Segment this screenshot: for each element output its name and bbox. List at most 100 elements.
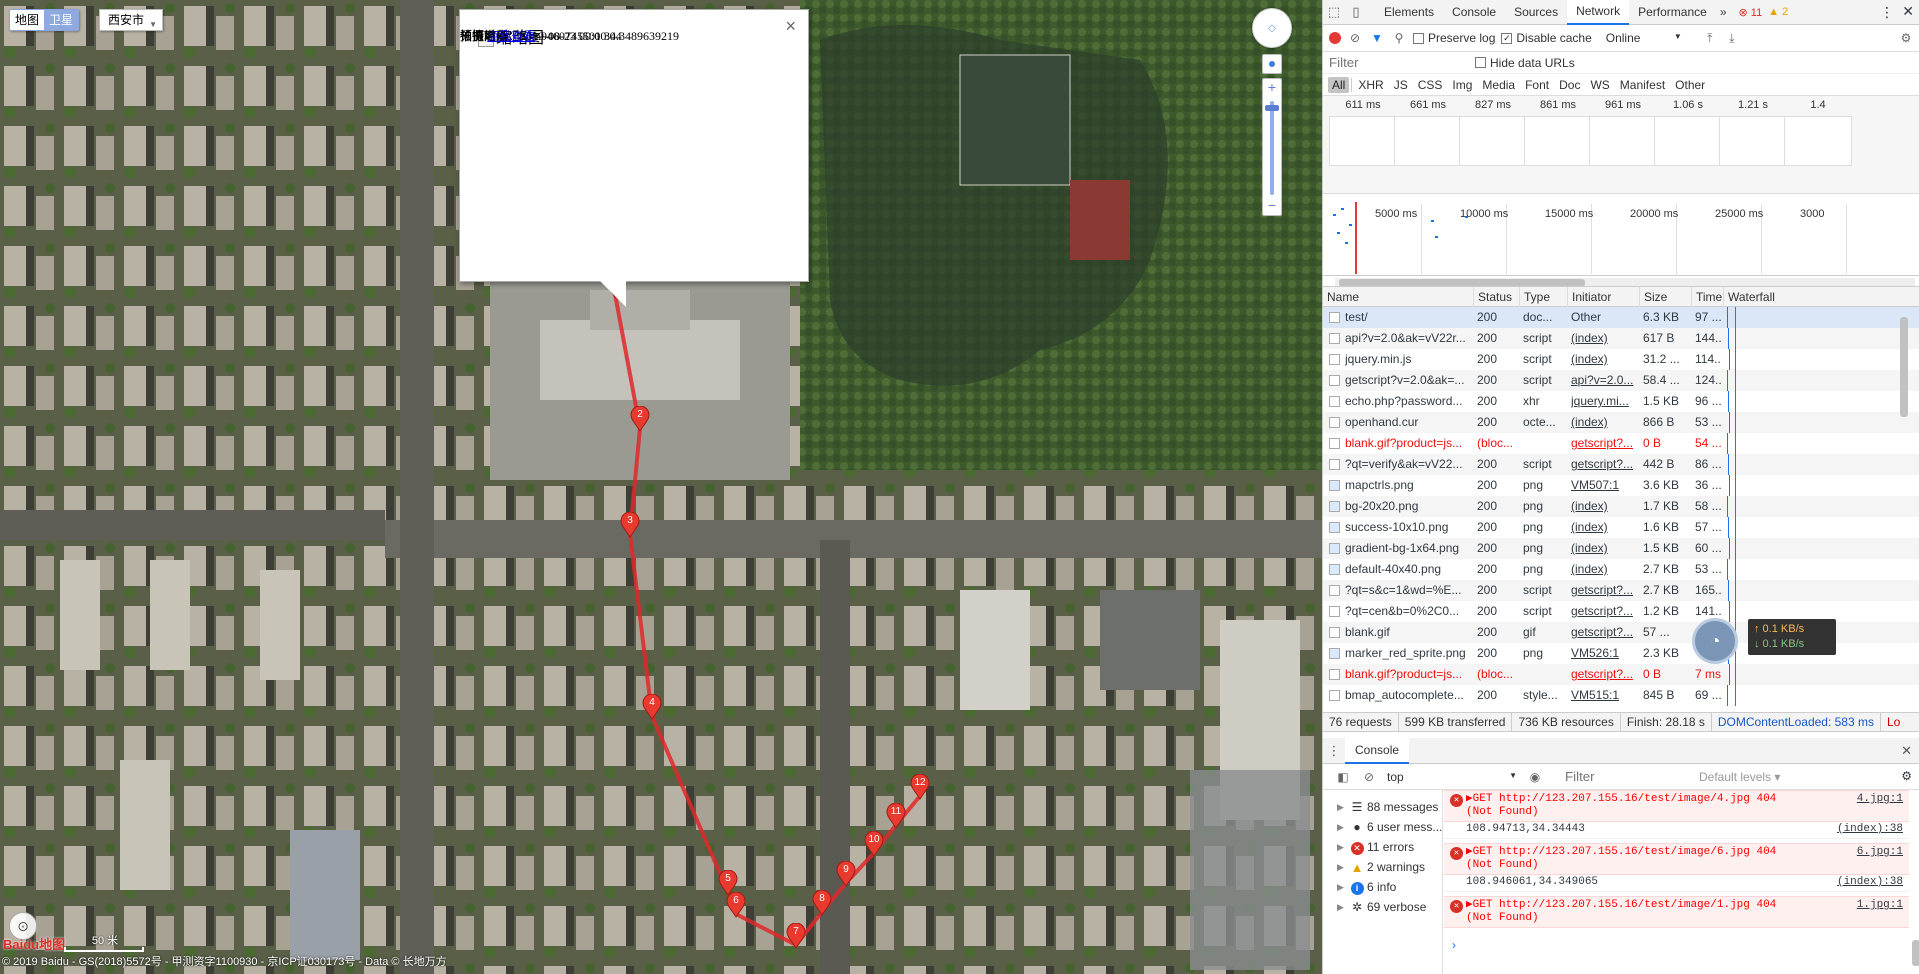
cell-initiator[interactable]: VM507:1: [1571, 475, 1637, 496]
cell-initiator[interactable]: Other: [1571, 307, 1637, 328]
cell-initiator[interactable]: getscript?...: [1571, 664, 1637, 685]
filter-type-js[interactable]: JS: [1390, 77, 1412, 93]
console-scrollbar[interactable]: [1910, 790, 1919, 974]
scrollbar-thumb[interactable]: [1900, 317, 1908, 417]
cell-initiator[interactable]: getscript?...: [1571, 433, 1637, 454]
cell-initiator[interactable]: getscript?...: [1571, 622, 1637, 643]
route-marker[interactable]: 3: [620, 511, 640, 538]
tab-network[interactable]: Network: [1567, 0, 1630, 25]
clear-icon[interactable]: ⊘: [1347, 31, 1363, 45]
device-toolbar-icon[interactable]: ▯: [1345, 4, 1367, 20]
table-row[interactable]: bmap_autocomplete... 200 style... VM515:1 84…: [1323, 685, 1919, 706]
filmstrip-frame[interactable]: 1.4: [1782, 96, 1854, 166]
route-marker[interactable]: 9: [836, 860, 856, 887]
export-har-icon[interactable]: ⤓: [1724, 31, 1740, 46]
route-marker[interactable]: 6: [726, 891, 746, 918]
drawer-menu-icon[interactable]: ⋮: [1323, 743, 1345, 759]
cell-initiator[interactable]: getscript?...: [1571, 580, 1637, 601]
filmstrip-frame[interactable]: 611 ms: [1327, 96, 1399, 166]
tab-performance[interactable]: Performance: [1629, 0, 1716, 24]
route-marker[interactable]: 12: [910, 773, 930, 800]
filmstrip-frame[interactable]: 861 ms: [1522, 96, 1594, 166]
more-tabs-icon[interactable]: »: [1720, 5, 1727, 19]
cell-initiator[interactable]: (index): [1571, 328, 1637, 349]
close-drawer-icon[interactable]: ✕: [1901, 743, 1912, 759]
map-canvas[interactable]: 123456789101112 地图 卫星 西安市 ▼ ◇ + − × 拍摄点i…: [0, 0, 1322, 974]
network-filter-input[interactable]: [1329, 53, 1465, 72]
column-header-type[interactable]: Type: [1519, 287, 1567, 307]
message-source-link[interactable]: 1.jpg:1: [1857, 899, 1903, 912]
pan-control[interactable]: ◇: [1252, 8, 1292, 48]
hide-data-urls-checkbox[interactable]: Hide data URLs: [1475, 56, 1575, 70]
map-type-satellite[interactable]: 卫星: [44, 10, 79, 30]
warning-count-badge[interactable]: ▲ 2: [1768, 6, 1788, 18]
route-marker[interactable]: 11: [886, 802, 906, 829]
message-source-link[interactable]: 4.jpg:1: [1857, 793, 1903, 806]
close-devtools-icon[interactable]: ✕: [1902, 3, 1914, 20]
route-marker[interactable]: 2: [630, 405, 650, 432]
record-icon[interactable]: [1329, 32, 1341, 44]
cell-initiator[interactable]: (index): [1571, 517, 1637, 538]
filter-type-other[interactable]: Other: [1671, 77, 1709, 93]
cell-initiator[interactable]: (index): [1571, 559, 1637, 580]
route-marker[interactable]: 7: [786, 922, 806, 949]
column-header-size[interactable]: Size: [1639, 287, 1691, 307]
tab-console[interactable]: Console: [1443, 0, 1505, 24]
checkbox-box[interactable]: [1413, 32, 1424, 44]
checkbox-checked[interactable]: ✓: [1501, 32, 1513, 44]
log-levels-select[interactable]: Default levels ▾: [1699, 770, 1780, 784]
cell-initiator[interactable]: api?v=2.0...: [1571, 370, 1637, 391]
city-selector[interactable]: 西安市 ▼: [99, 9, 163, 31]
zoom-control[interactable]: + −: [1262, 78, 1282, 216]
filter-type-xhr[interactable]: XHR: [1354, 77, 1387, 93]
eye-icon[interactable]: ◉: [1527, 770, 1543, 784]
route-marker[interactable]: 4: [642, 693, 662, 720]
console-sidebar-toggle-icon[interactable]: ◧: [1335, 770, 1351, 784]
error-count-badge[interactable]: ⊗ 11: [1739, 6, 1763, 19]
filter-type-css[interactable]: CSS: [1414, 77, 1447, 93]
preserve-log-checkbox[interactable]: Preserve log: [1413, 31, 1495, 45]
console-filter-input[interactable]: [1565, 769, 1685, 784]
request-table-scrollbar[interactable]: [1899, 307, 1909, 707]
network-overview[interactable]: 5000 ms 10000 ms 15000 ms 20000 ms 25000 ms 3…: [1323, 194, 1919, 276]
checkbox-box[interactable]: [1475, 57, 1486, 68]
map-type-switch[interactable]: 地图 卫星: [9, 9, 80, 31]
network-settings-icon[interactable]: ⚙: [1898, 31, 1914, 45]
table-row[interactable]: success-10x10.png 200 png (index) 1.6 KB 57 .…: [1323, 517, 1919, 538]
context-selector[interactable]: top: [1387, 770, 1517, 784]
search-icon[interactable]: ⚲: [1391, 31, 1407, 45]
table-row[interactable]: blank.gif?product=js... (bloc... getscript…: [1323, 433, 1919, 454]
column-header-name[interactable]: Name: [1323, 287, 1473, 307]
filter-type-ws[interactable]: WS: [1586, 77, 1613, 93]
table-row[interactable]: bg-20x20.png 200 png (index) 1.7 KB 58 ...: [1323, 496, 1919, 517]
table-row[interactable]: mapctrls.png 200 png VM507:1 3.6 KB 36 ...: [1323, 475, 1919, 496]
filter-type-manifest[interactable]: Manifest: [1616, 77, 1669, 93]
table-row[interactable]: ?qt=s&c=1&wd=%E... 200 script getscript?...…: [1323, 580, 1919, 601]
filmstrip-frame[interactable]: 827 ms: [1457, 96, 1529, 166]
filter-type-font[interactable]: Font: [1521, 77, 1553, 93]
map-type-map[interactable]: 地图: [10, 10, 44, 30]
cell-initiator[interactable]: (index): [1571, 538, 1637, 559]
console-message[interactable]: ✕ ▶GET http://123.207.155.16/test/image/6…: [1444, 843, 1909, 875]
inspect-element-icon[interactable]: ⬚: [1323, 4, 1345, 20]
filter-type-media[interactable]: Media: [1478, 77, 1519, 93]
tab-sources[interactable]: Sources: [1505, 0, 1567, 24]
console-message[interactable]: ✕ ▶GET http://123.207.155.16/test/image/1…: [1444, 896, 1909, 928]
filter-type-img[interactable]: Img: [1448, 77, 1476, 93]
console-sidebar-verbose[interactable]: ▶ ✲ 69 verbose: [1323, 895, 1443, 919]
cell-initiator[interactable]: jquery.mi...: [1571, 391, 1637, 412]
table-row[interactable]: getscript?v=2.0&ak=... 200 script api?v=2.0…: [1323, 370, 1919, 391]
column-header-initiator[interactable]: Initiator: [1567, 287, 1639, 307]
clear-console-icon[interactable]: ⊘: [1361, 770, 1377, 784]
cell-initiator[interactable]: VM526:1: [1571, 643, 1637, 664]
message-source-link[interactable]: (index):38: [1837, 823, 1903, 836]
console-message[interactable]: 108.946061,34.349065 (index):38: [1444, 874, 1909, 892]
table-row[interactable]: openhand.cur 200 octe... (index) 866 B 53 ...: [1323, 412, 1919, 433]
table-row[interactable]: ?qt=verify&ak=vV22... 200 script getscript?…: [1323, 454, 1919, 475]
zoom-out-button[interactable]: −: [1263, 197, 1281, 215]
console-prompt[interactable]: ›: [1452, 938, 1456, 952]
message-source-link[interactable]: 6.jpg:1: [1857, 846, 1903, 859]
filter-type-doc[interactable]: Doc: [1555, 77, 1584, 93]
filter-type-all[interactable]: All: [1328, 76, 1350, 93]
zoom-slider-handle[interactable]: [1265, 105, 1279, 111]
